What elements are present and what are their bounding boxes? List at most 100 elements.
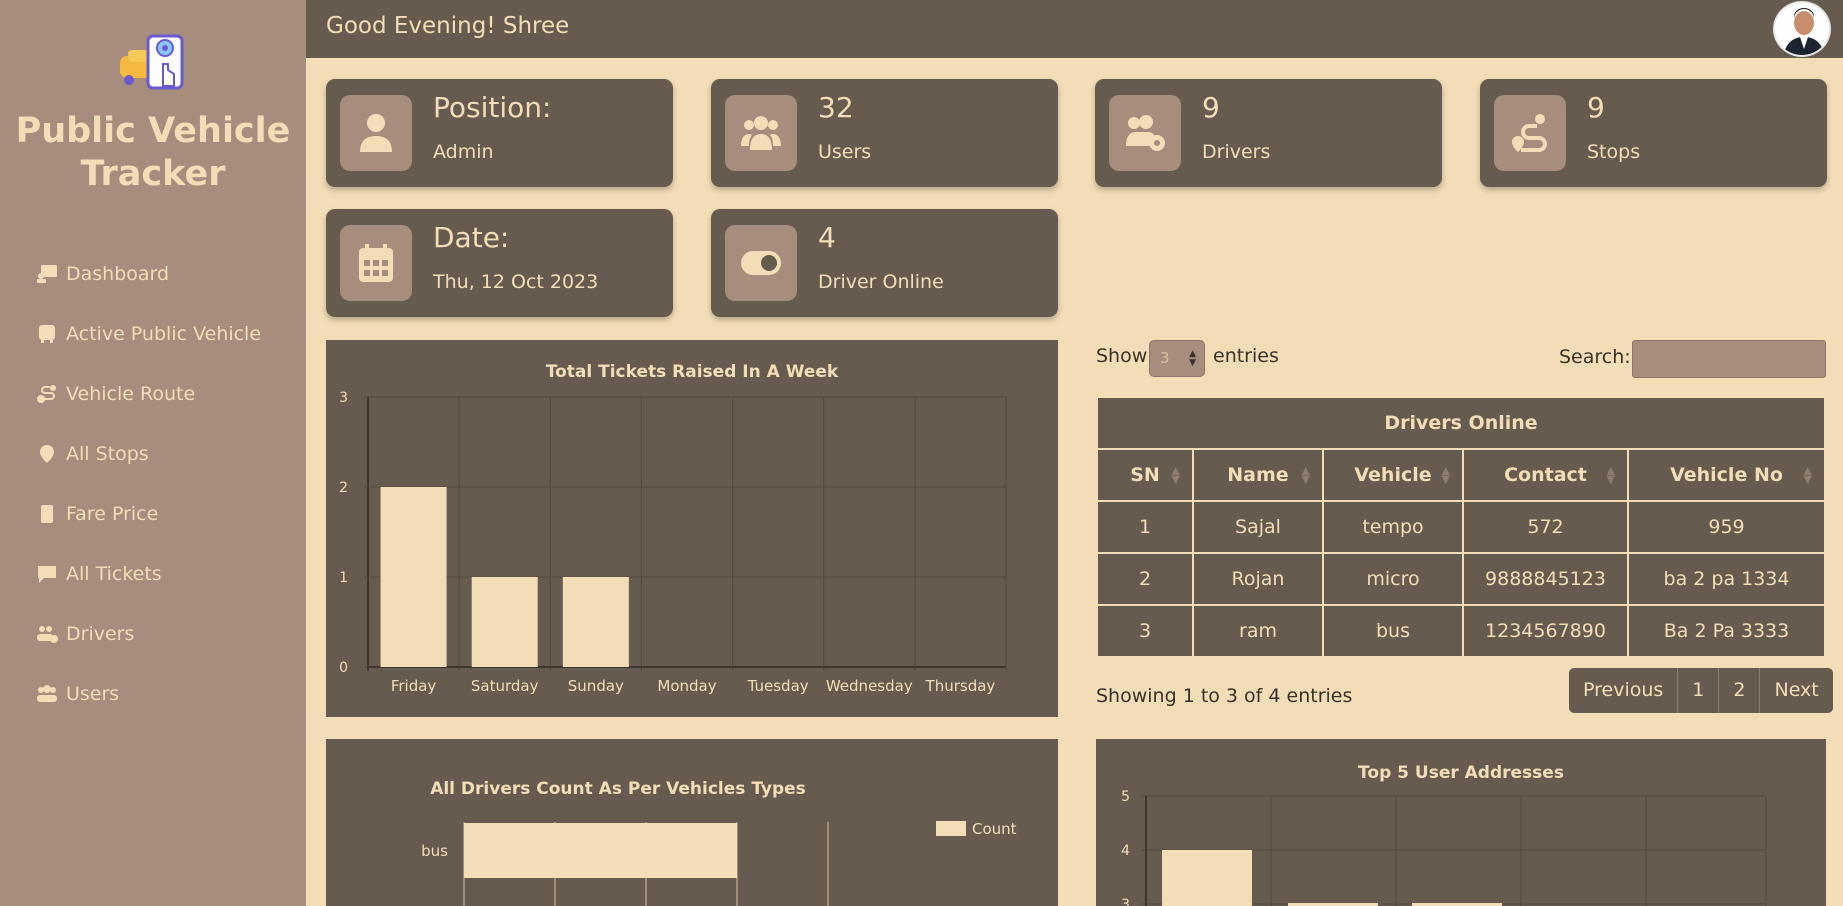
table-cell: ram — [1192, 604, 1324, 658]
stat-card-stops: 9 Stops — [1480, 79, 1827, 187]
card-subtitle: Thu, 12 Oct 2023 — [433, 271, 599, 293]
users-gear-icon — [37, 626, 58, 643]
entries-length-select[interactable]: 3 ▲ ▼ — [1149, 340, 1205, 377]
x-tick-label: Saturday — [471, 677, 539, 695]
x-tick-label: Friday — [391, 677, 437, 695]
card-title: 4 — [818, 221, 836, 254]
y-tick-label: 0 — [339, 660, 348, 676]
route-icon — [1512, 114, 1547, 152]
page-1-button[interactable]: 1 — [1677, 668, 1718, 713]
table-cell: bus — [1322, 604, 1464, 658]
column-header-label: Name — [1227, 464, 1289, 486]
card-icon-box — [725, 95, 797, 171]
column-header-contact[interactable]: Contact ▲ ▼ — [1462, 448, 1629, 502]
card-icon-box — [340, 95, 412, 171]
entries-label: entries — [1213, 345, 1279, 367]
card-subtitle: Admin — [433, 141, 494, 163]
sidebar-item-all-tickets[interactable]: All Tickets — [36, 544, 261, 604]
sidebar: Public Vehicle Tracker Dashboard Active … — [0, 0, 306, 906]
toggle-icon — [741, 251, 781, 275]
sidebar-item-dashboard[interactable]: Dashboard — [36, 244, 261, 304]
vehicle-types-chart-panel: All Drivers Count As Per Vehicles Types … — [326, 739, 1058, 906]
column-header-label: SN — [1130, 464, 1160, 486]
pagination: Previous 1 2 Next — [1569, 668, 1833, 713]
table-cell: Sajal — [1192, 500, 1324, 554]
legend-swatch — [936, 821, 966, 836]
table-cell: Rojan — [1192, 552, 1324, 606]
card-icon-box — [1494, 95, 1566, 171]
x-tick-label: Thursday — [925, 677, 996, 695]
bar — [380, 487, 447, 667]
card-icon-box — [340, 225, 412, 301]
sort-icon: ▲ ▼ — [1171, 464, 1180, 486]
sidebar-item-vehicle-route[interactable]: Vehicle Route — [36, 364, 261, 424]
table-cell: tempo — [1322, 500, 1464, 554]
card-subtitle: Drivers — [1202, 141, 1271, 163]
x-tick-label: Monday — [657, 677, 716, 695]
stat-card-users: 32 Users — [711, 79, 1058, 187]
sidebar-item-label: All Stops — [66, 443, 149, 465]
column-header-label: Vehicle — [1354, 464, 1432, 486]
sidebar-item-active-public-vehicle[interactable]: Active Public Vehicle — [36, 304, 261, 364]
app-title: Public Vehicle Tracker — [15, 111, 291, 194]
x-tick-label: Sunday — [568, 677, 624, 695]
stat-card-driver-online: 4 Driver Online — [711, 209, 1058, 317]
card-icon-box — [1109, 95, 1181, 171]
sidebar-item-label: Fare Price — [66, 503, 159, 525]
message-icon — [38, 566, 56, 583]
x-tick-label: Wednesday — [826, 677, 913, 695]
sidebar-item-label: Users — [66, 683, 120, 705]
users-icon — [37, 685, 57, 702]
column-header-vehicle[interactable]: Vehicle ▲ ▼ — [1322, 448, 1464, 502]
calendar-icon — [359, 244, 393, 282]
sidebar-item-drivers[interactable]: Drivers — [36, 604, 261, 664]
search-input[interactable] — [1632, 340, 1826, 378]
stat-card-date: Date: Thu, 12 Oct 2023 — [326, 209, 673, 317]
table-caption: Drivers Online — [1096, 396, 1826, 450]
previous-page-button[interactable]: Previous — [1569, 668, 1677, 713]
bar — [471, 577, 538, 667]
table-cell: 2 — [1096, 552, 1194, 606]
sidebar-item-label: Drivers — [66, 623, 135, 645]
drivers-online-table: Drivers Online SN ▲ ▼ Name ▲ ▼ Vehicle ▲ ▼ Con… — [1096, 396, 1826, 658]
next-page-button[interactable]: Next — [1759, 668, 1832, 713]
sidebar-item-label: All Tickets — [66, 563, 162, 585]
table-cell: 1234567890 — [1462, 604, 1629, 658]
select-arrows-icon: ▲ ▼ — [1189, 349, 1196, 368]
sidebar-item-fare-price[interactable]: Fare Price — [36, 484, 261, 544]
card-title: Position: — [433, 91, 552, 124]
bus-icon — [39, 325, 55, 343]
top-bar: Good Evening! Shree — [306, 0, 1843, 58]
column-header-sn[interactable]: SN ▲ ▼ — [1096, 448, 1194, 502]
bar — [1162, 850, 1252, 906]
sidebar-item-all-stops[interactable]: All Stops — [36, 424, 261, 484]
card-icon-box — [725, 225, 797, 301]
table-cell: 9888845123 — [1462, 552, 1629, 606]
card-title: 32 — [818, 91, 854, 124]
y-tick-label: 2 — [339, 480, 348, 496]
y-tick-label: 4 — [1121, 843, 1130, 859]
legend-label: Count — [972, 820, 1017, 838]
sort-icon: ▲ ▼ — [1803, 464, 1812, 486]
user-addresses-chart-panel: Top 5 User Addresses 345 — [1096, 739, 1826, 906]
card-title: Date: — [433, 221, 510, 254]
bar — [464, 823, 737, 878]
dashboard-icon — [37, 265, 57, 283]
card-subtitle: Driver Online — [818, 271, 944, 293]
x-tick-label: Tuesday — [747, 677, 809, 695]
page-2-button[interactable]: 2 — [1718, 668, 1759, 713]
column-header-vehicle-no[interactable]: Vehicle No ▲ ▼ — [1627, 448, 1826, 502]
column-header-name[interactable]: Name ▲ ▼ — [1192, 448, 1324, 502]
tickets-bar-chart: 0 1 2 3 Friday Saturday Sunday Monday Tuesday Wed… — [339, 390, 1007, 695]
sidebar-item-users[interactable]: Users — [36, 664, 261, 724]
map-pin-icon — [40, 445, 54, 463]
table-cell: 3 — [1096, 604, 1194, 658]
users-gear-icon — [1126, 115, 1165, 151]
users-icon — [741, 116, 781, 150]
route-icon — [37, 385, 56, 403]
avatar[interactable] — [1773, 1, 1831, 57]
y-tick-label: 5 — [1121, 789, 1130, 805]
column-header-label: Contact — [1504, 464, 1587, 486]
table-row: 1 Sajal tempo 572 959 — [1096, 500, 1826, 554]
table-cell: Ba 2 Pa 3333 — [1627, 604, 1826, 658]
